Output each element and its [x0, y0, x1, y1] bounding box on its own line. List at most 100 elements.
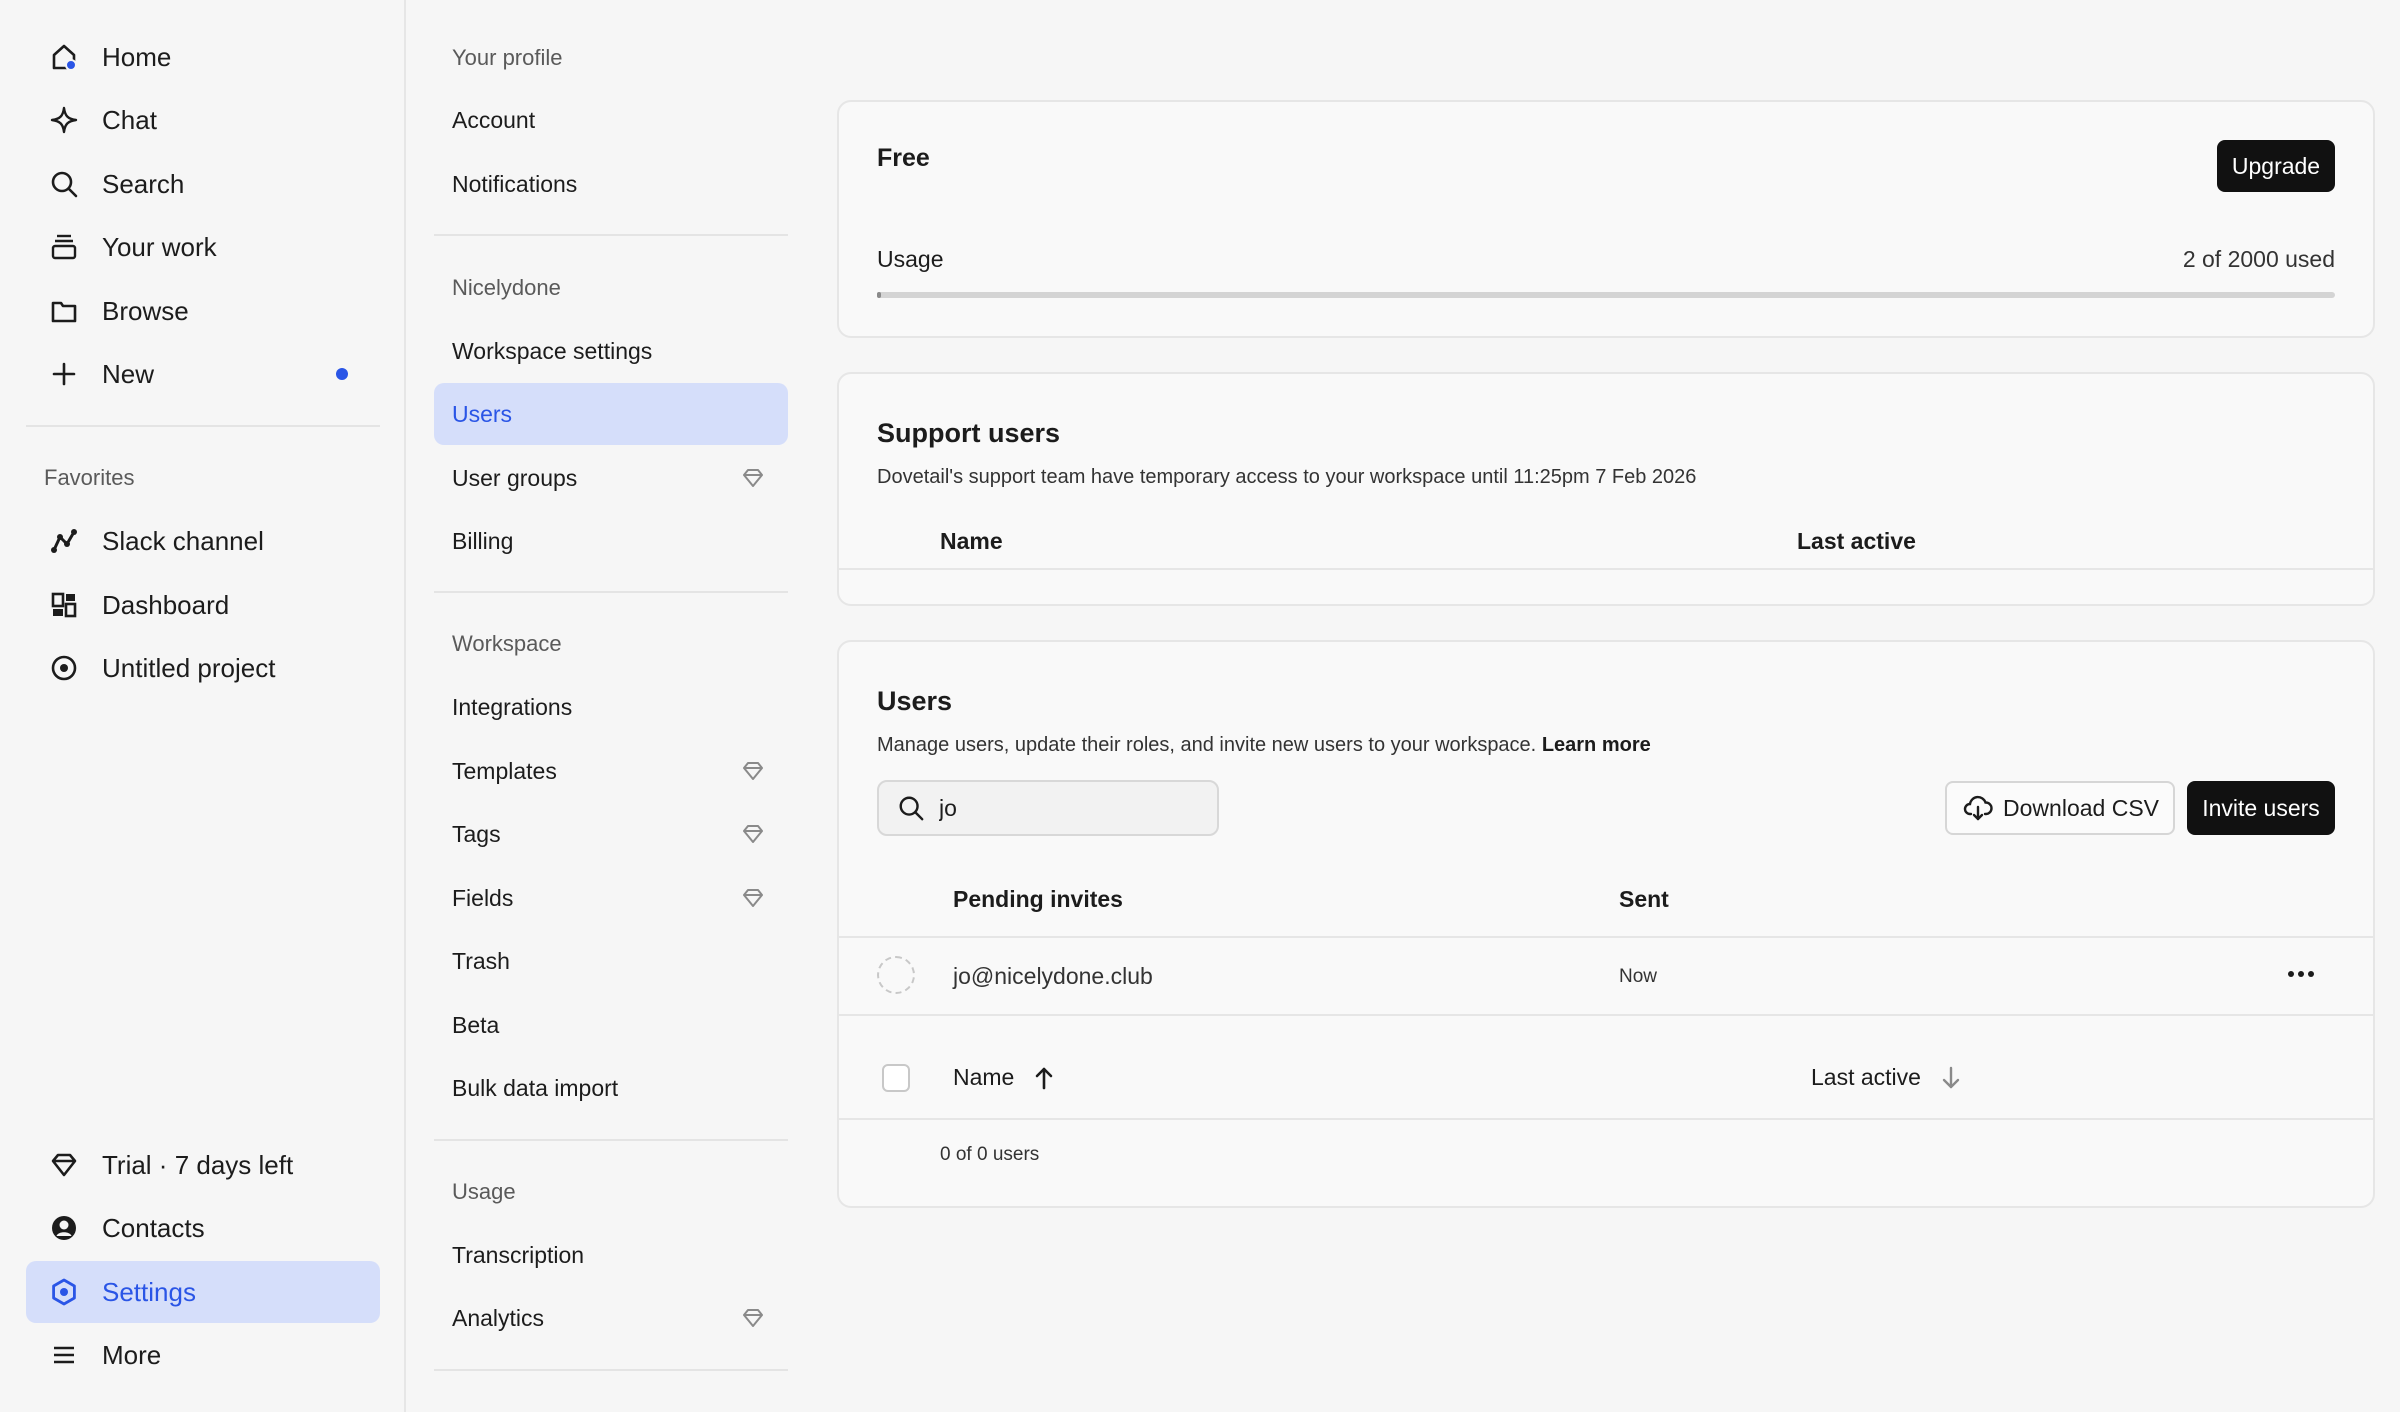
user-circle-icon	[26, 1213, 102, 1243]
plus-icon	[26, 359, 102, 389]
settings-item-fields[interactable]: Fields	[434, 867, 788, 929]
nav-item-browse[interactable]: Browse	[26, 280, 380, 342]
nav-item-label: Contacts	[102, 1212, 205, 1243]
nav-item-label: More	[102, 1339, 162, 1370]
more-options-icon[interactable]	[2287, 962, 2315, 986]
column-header-pending-invites: Pending invites	[953, 886, 1123, 912]
settings-item-label: Templates	[452, 757, 557, 784]
divider	[839, 568, 2373, 570]
nav-item-label: Trial · 7 days left	[102, 1149, 294, 1180]
usage-progress-bar	[877, 292, 2335, 298]
download-csv-label: Download CSV	[2003, 794, 2159, 821]
users-card: Users Manage users, update their roles, …	[837, 640, 2375, 1208]
settings-item-templates[interactable]: Templates	[434, 740, 788, 802]
divider	[434, 591, 788, 593]
diamond-icon	[742, 888, 764, 908]
sort-by-name[interactable]: Name	[953, 1064, 1056, 1091]
cloud-download-icon	[1963, 794, 1993, 822]
nav-item-settings[interactable]: Settings	[26, 1261, 380, 1323]
settings-item-label: User groups	[452, 464, 578, 491]
favorite-label: Untitled project	[102, 652, 276, 683]
diamond-icon	[742, 468, 764, 488]
primary-nav: Home Chat Search Your work Browse New Fa…	[0, 0, 406, 1412]
settings-item-tags[interactable]: Tags	[434, 803, 788, 865]
usage-progress-fill	[877, 292, 882, 298]
settings-item-workspace-settings[interactable]: Workspace settings	[434, 320, 788, 382]
nav-item-label: Your work	[102, 231, 217, 262]
nav-item-label: Settings	[102, 1276, 196, 1307]
invite-users-button[interactable]: Invite users	[2187, 781, 2335, 835]
home-icon	[26, 42, 102, 72]
column-header-name: Name	[940, 528, 1003, 554]
support-users-title: Support users	[877, 418, 1061, 448]
settings-item-bulk-data-import[interactable]: Bulk data import	[434, 1057, 788, 1119]
support-users-card: Support users Dovetail's support team ha…	[837, 372, 2375, 606]
plan-card: Free Upgrade Usage 2 of 2000 used	[837, 100, 2375, 338]
nav-item-more[interactable]: More	[26, 1324, 380, 1386]
favorite-slack-channel[interactable]: Slack channel	[26, 510, 380, 572]
user-search-input[interactable]	[939, 794, 1199, 822]
settings-item-account[interactable]: Account	[434, 89, 788, 151]
settings-item-integrations[interactable]: Integrations	[434, 676, 788, 738]
usage-value: 2 of 2000 used	[2182, 246, 2335, 272]
diamond-icon	[742, 761, 764, 781]
divider	[434, 1139, 788, 1141]
divider	[26, 425, 380, 427]
divider	[434, 234, 788, 236]
nav-item-search[interactable]: Search	[26, 153, 380, 215]
diamond-icon	[742, 824, 764, 844]
settings-sidebar: Your profile Account Notifications Nicel…	[406, 0, 814, 1412]
favorite-dashboard[interactable]: Dashboard	[26, 574, 380, 636]
nav-item-label: Browse	[102, 295, 189, 326]
download-csv-button[interactable]: Download CSV	[1945, 781, 2175, 835]
nav-item-home[interactable]: Home	[26, 26, 380, 88]
pending-invite-email: jo@nicelydone.club	[953, 963, 1153, 989]
user-search-field[interactable]	[877, 780, 1219, 836]
settings-item-users[interactable]: Users	[434, 383, 788, 445]
stack-icon	[26, 232, 102, 262]
nav-item-label: New	[102, 358, 155, 389]
sparkle-icon	[26, 105, 102, 135]
nav-item-label: Search	[102, 168, 185, 199]
search-icon	[897, 794, 925, 822]
group-title-your-profile: Your profile	[452, 45, 563, 70]
pending-avatar	[877, 956, 915, 994]
favorite-untitled-project[interactable]: Untitled project	[26, 637, 380, 699]
diamond-icon	[26, 1150, 102, 1180]
nav-item-contacts[interactable]: Contacts	[26, 1197, 380, 1259]
settings-item-beta[interactable]: Beta	[434, 994, 788, 1056]
upgrade-button[interactable]: Upgrade	[2217, 140, 2335, 192]
column-header-last-active: Last active	[1811, 1064, 1921, 1090]
notification-dot	[336, 368, 348, 380]
nav-item-trial[interactable]: Trial · 7 days left	[26, 1134, 380, 1196]
settings-item-notifications[interactable]: Notifications	[434, 153, 788, 215]
arrow-up-icon	[1032, 1065, 1056, 1091]
pending-invite-sent: Now	[1619, 966, 1658, 987]
settings-item-transcription[interactable]: Transcription	[434, 1224, 788, 1286]
settings-item-analytics[interactable]: Analytics	[434, 1287, 788, 1349]
settings-hex-icon	[26, 1277, 102, 1307]
column-header-last-active: Last active	[1797, 528, 1916, 554]
settings-item-user-groups[interactable]: User groups	[434, 447, 788, 509]
users-description-text: Manage users, update their roles, and in…	[877, 734, 1537, 756]
search-icon	[26, 169, 102, 199]
favorites-heading: Favorites	[44, 465, 135, 490]
divider	[839, 936, 2373, 938]
settings-item-billing[interactable]: Billing	[434, 510, 788, 572]
chart-line-icon	[26, 526, 102, 556]
folder-icon	[26, 296, 102, 326]
compass-icon	[26, 653, 102, 683]
select-all-checkbox[interactable]	[882, 1064, 910, 1092]
column-header-sent: Sent	[1619, 886, 1669, 912]
settings-item-trash[interactable]: Trash	[434, 930, 788, 992]
divider	[839, 1118, 2373, 1120]
sort-by-last-active[interactable]: Last active	[1811, 1064, 1963, 1091]
users-title: Users	[877, 686, 953, 716]
learn-more-link[interactable]: Learn more	[1542, 734, 1651, 756]
nav-item-your-work[interactable]: Your work	[26, 216, 380, 278]
usage-label: Usage	[877, 246, 944, 272]
users-description: Manage users, update their roles, and in…	[877, 734, 1651, 757]
divider	[839, 1014, 2373, 1016]
nav-item-new[interactable]: New	[26, 343, 380, 405]
nav-item-chat[interactable]: Chat	[26, 89, 380, 151]
